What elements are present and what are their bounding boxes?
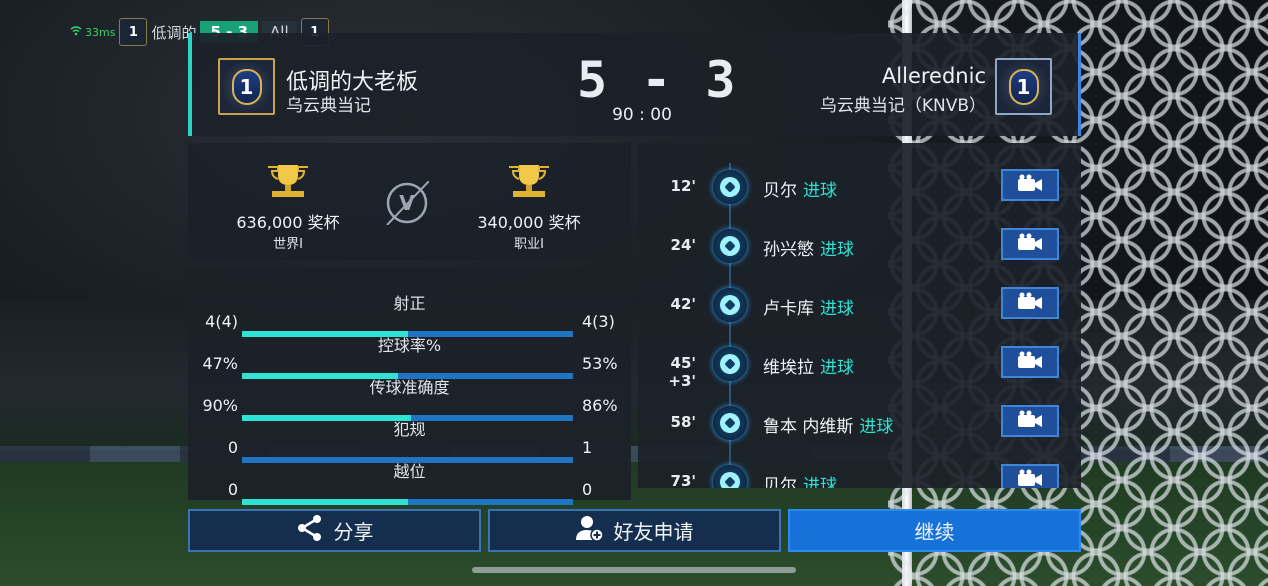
trophy-icon bbox=[507, 161, 551, 199]
camera-icon bbox=[1017, 410, 1043, 432]
event-player: 维埃拉 bbox=[763, 358, 814, 378]
event-type: 进球 bbox=[803, 476, 837, 488]
stat-home-value: 4(4) bbox=[205, 312, 238, 331]
home-division: 世界I bbox=[273, 237, 303, 252]
event-player: 鲁本 内维斯 bbox=[763, 417, 854, 437]
ball-icon bbox=[713, 170, 747, 204]
stat-home-value: 90% bbox=[202, 396, 238, 415]
trophy-icon bbox=[266, 161, 310, 199]
away-club-name: 乌云典当记（KNVB） bbox=[819, 96, 986, 116]
stat-row: 越位 0 0 bbox=[188, 458, 631, 505]
replay-button[interactable] bbox=[1001, 464, 1059, 488]
home-rank-mini-badge: 1 bbox=[119, 18, 148, 46]
event-minute: 42' bbox=[670, 295, 696, 313]
ping-value: 33ms bbox=[85, 25, 116, 39]
event-player: 卢卡库 bbox=[763, 299, 814, 319]
away-player-name: Allerednic bbox=[881, 64, 986, 88]
stat-label: 犯规 bbox=[393, 420, 426, 439]
camera-icon bbox=[1017, 174, 1043, 196]
home-rank-badge: 1 bbox=[218, 58, 275, 115]
event-minute: 12' bbox=[670, 177, 696, 195]
home-club-name: 乌云典当记 bbox=[286, 96, 371, 116]
add-friend-button[interactable]: 好友申请 bbox=[488, 509, 781, 552]
ball-icon bbox=[713, 229, 747, 263]
replay-button[interactable] bbox=[1001, 405, 1059, 437]
stat-bar-home-fill bbox=[242, 499, 408, 505]
stat-away-value: 53% bbox=[582, 354, 618, 373]
stat-home-value: 0 bbox=[227, 438, 238, 457]
stat-label: 射正 bbox=[393, 294, 426, 313]
stat-away-value: 4(3) bbox=[582, 312, 615, 331]
away-trophy-count: 340,000 奖杯 bbox=[477, 213, 581, 232]
add-friend-label: 好友申请 bbox=[613, 520, 694, 544]
event-type: 进球 bbox=[859, 417, 894, 437]
home-trophy-count: 636,000 奖杯 bbox=[236, 213, 340, 232]
versus-letter: V bbox=[399, 191, 415, 215]
versus-icon: V bbox=[385, 180, 430, 226]
goal-events-list[interactable]: 12' 贝尔 进球 24' 孙兴慜 进球 42' 卢卡库 进球 45' +3' 维埃拉… bbox=[638, 143, 1081, 488]
replay-button[interactable] bbox=[1001, 346, 1059, 378]
stat-away-value: 86% bbox=[582, 396, 618, 415]
replay-button[interactable] bbox=[1001, 228, 1059, 260]
event-player: 贝尔 bbox=[763, 476, 797, 488]
stat-row: 传球准确度 90% 86% bbox=[188, 374, 631, 421]
event-minute: 58' bbox=[670, 413, 696, 431]
replay-button[interactable] bbox=[1001, 287, 1059, 319]
stat-label: 传球准确度 bbox=[369, 378, 450, 397]
event-type: 进球 bbox=[820, 240, 854, 260]
share-button[interactable]: 分享 bbox=[188, 509, 481, 552]
event-type: 进球 bbox=[803, 181, 837, 201]
final-score: 5 - 3 bbox=[577, 51, 738, 109]
wifi-icon bbox=[70, 25, 82, 39]
share-icon bbox=[296, 514, 324, 547]
stat-home-value: 0 bbox=[227, 480, 238, 499]
stat-away-value: 1 bbox=[582, 438, 593, 457]
replay-button[interactable] bbox=[1001, 169, 1059, 201]
match-stats-panel: 射正 4(4) 4(3) 控球率% 47% 53% 传球准确度 90% 86% … bbox=[188, 268, 631, 505]
list-item: 12' 贝尔 进球 bbox=[638, 167, 1081, 207]
camera-icon bbox=[1017, 292, 1043, 314]
stat-away-value: 0 bbox=[582, 480, 593, 499]
continue-button[interactable]: 继续 bbox=[788, 509, 1081, 552]
list-item: 58' 鲁本 内维斯 进球 bbox=[638, 403, 1081, 443]
list-item: 45' +3' 维埃拉 进球 bbox=[638, 344, 1081, 390]
event-player: 贝尔 bbox=[763, 181, 797, 201]
ball-icon bbox=[713, 406, 747, 440]
list-item: 24' 孙兴慜 进球 bbox=[638, 226, 1081, 266]
ball-icon bbox=[713, 465, 747, 488]
stat-label: 越位 bbox=[393, 462, 426, 481]
list-item: 73' 贝尔 进球 bbox=[638, 462, 1081, 488]
stat-home-value: 47% bbox=[202, 354, 238, 373]
match-time: 90 : 00 bbox=[612, 105, 672, 125]
stat-row: 犯规 0 1 bbox=[188, 416, 631, 463]
home-indicator[interactable] bbox=[472, 567, 796, 573]
ball-icon bbox=[713, 288, 747, 322]
share-label: 分享 bbox=[333, 520, 374, 544]
match-header: 1 低调的大老板 乌云典当记 5 - 3 90 : 00 Allerednic … bbox=[188, 33, 1081, 136]
add-friend-icon bbox=[575, 514, 604, 547]
stat-label: 控球率% bbox=[377, 336, 442, 355]
event-type: 进球 bbox=[820, 299, 854, 319]
home-rank-number: 1 bbox=[231, 68, 262, 105]
continue-label: 继续 bbox=[914, 520, 955, 544]
camera-icon bbox=[1017, 351, 1043, 373]
event-minute: 45' +3' bbox=[668, 354, 696, 390]
away-division: 职业I bbox=[514, 237, 544, 252]
list-item: 42' 卢卡库 进球 bbox=[638, 285, 1081, 325]
trophy-panel: 636,000 奖杯 世界I V 340,000 奖杯 职业I bbox=[188, 143, 631, 260]
away-rank-badge: 1 bbox=[995, 58, 1052, 115]
camera-icon bbox=[1017, 469, 1043, 488]
stat-bar bbox=[242, 499, 573, 505]
event-type: 进球 bbox=[820, 358, 854, 378]
event-minute: 24' bbox=[670, 236, 696, 254]
ping-indicator: 33ms bbox=[70, 26, 115, 39]
away-rank-number: 1 bbox=[1008, 68, 1039, 105]
event-minute: 73' bbox=[670, 472, 696, 488]
camera-icon bbox=[1017, 233, 1043, 255]
stat-row: 控球率% 47% 53% bbox=[188, 332, 631, 379]
event-player: 孙兴慜 bbox=[763, 240, 814, 260]
ball-icon bbox=[713, 347, 747, 381]
stat-row: 射正 4(4) 4(3) bbox=[188, 290, 631, 337]
